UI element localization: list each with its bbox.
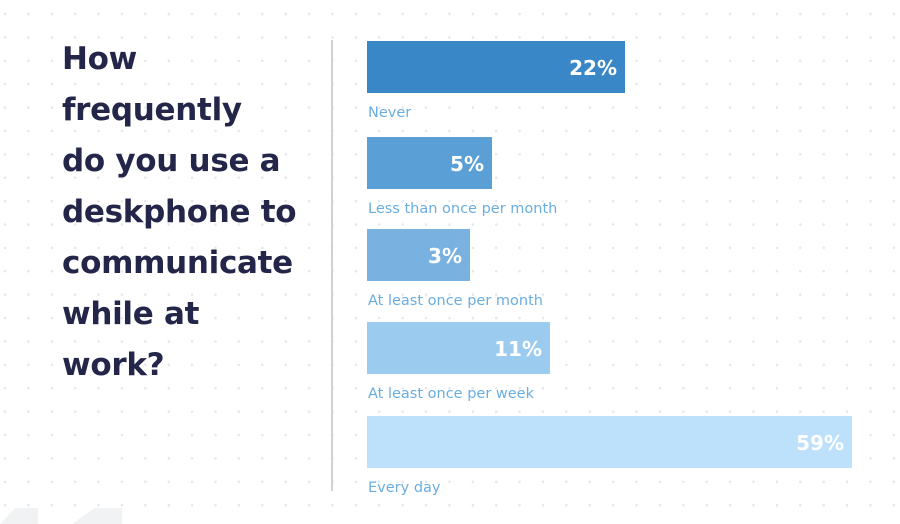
bar-every-day [367, 416, 852, 468]
category-label: At least once per week [368, 386, 535, 402]
value-label: 59% [796, 431, 844, 455]
value-label: 5% [450, 152, 484, 176]
category-label: Never [368, 105, 411, 121]
value-label: 3% [428, 244, 462, 268]
bar-chart: 22% Never 5% Less than once per month 3% At l… [367, 41, 852, 496]
value-label: 11% [494, 337, 542, 361]
category-label: Every day [368, 480, 441, 496]
category-label: Less than once per month [368, 201, 557, 217]
value-label: 22% [569, 56, 617, 80]
category-label: At least once per month [368, 293, 543, 309]
